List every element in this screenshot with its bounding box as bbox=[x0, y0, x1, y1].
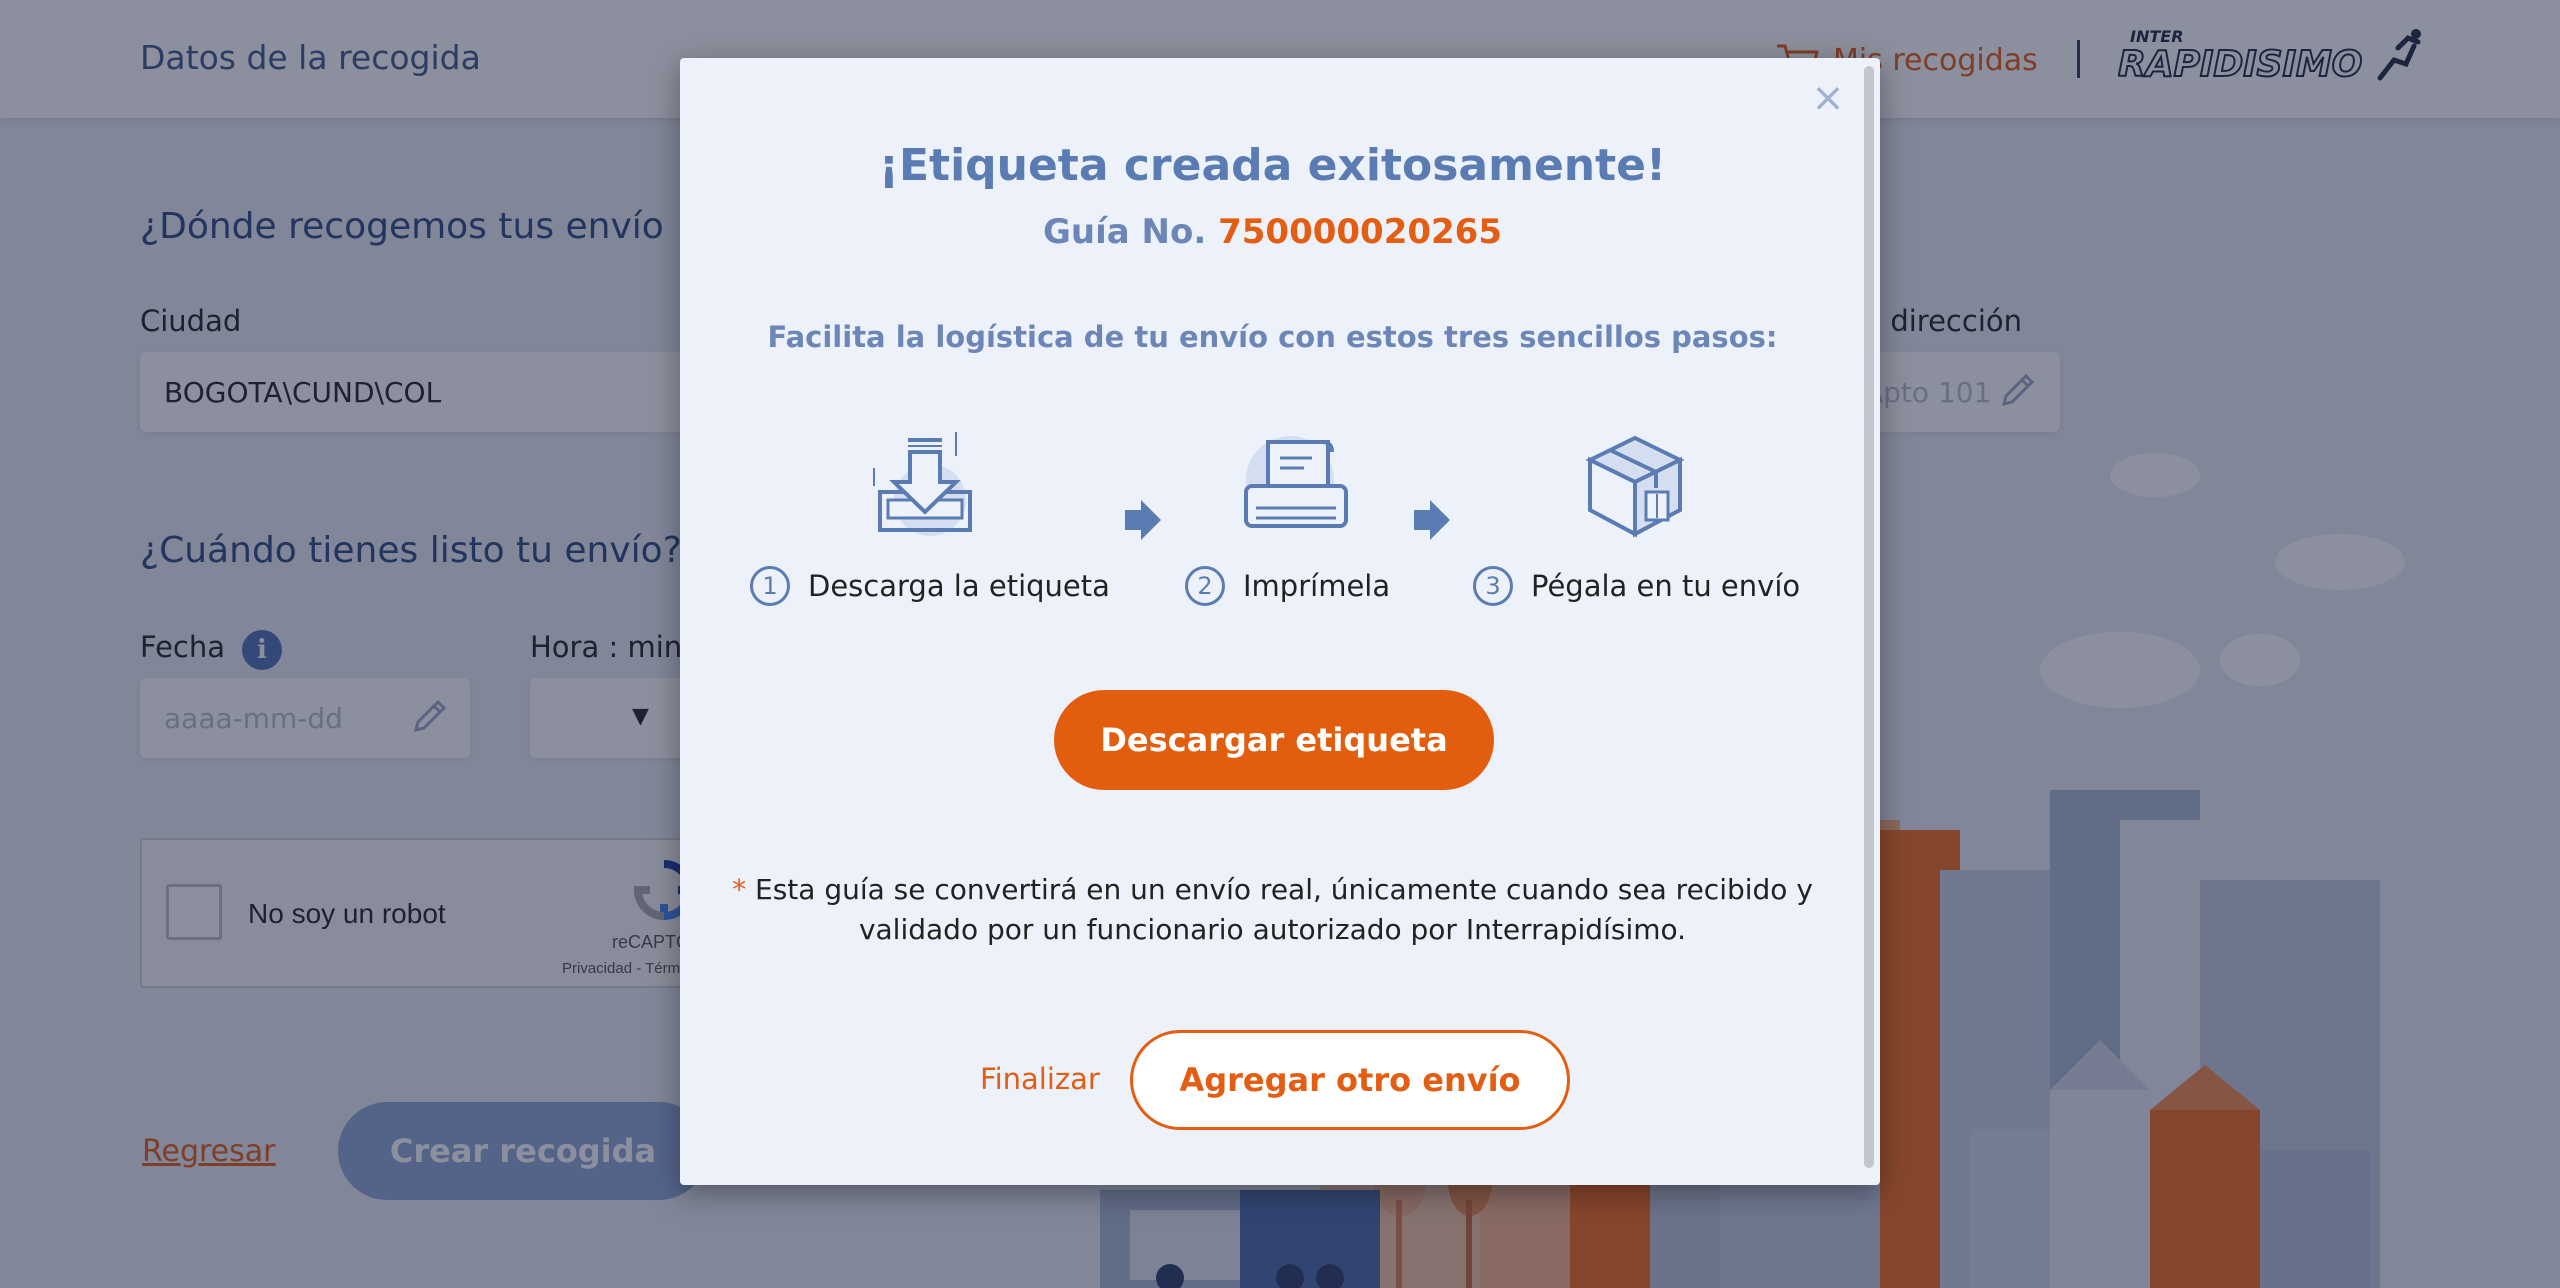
step-label: Pégala en tu envío bbox=[1531, 569, 1801, 603]
step-number: 2 bbox=[1185, 566, 1225, 606]
step-number: 1 bbox=[750, 566, 790, 606]
modal-title: ¡Etiqueta creada exitosamente! bbox=[878, 140, 1667, 191]
step-2: 2 Imprímela bbox=[1185, 566, 1390, 606]
guide-prefix: Guía No. bbox=[1042, 212, 1207, 252]
add-another-shipment-button[interactable]: Agregar otro envío bbox=[1130, 1030, 1570, 1130]
modal-subtitle: Facilita la logística de tu envío con es… bbox=[767, 320, 1778, 354]
finish-link[interactable]: Finalizar bbox=[980, 1062, 1100, 1096]
close-icon[interactable]: × bbox=[1808, 78, 1848, 118]
arrow-right-icon bbox=[1414, 500, 1450, 540]
step-1: 1 Descarga la etiqueta bbox=[750, 566, 1110, 606]
step-label: Imprímela bbox=[1243, 569, 1391, 603]
step-label: Descarga la etiqueta bbox=[808, 569, 1110, 603]
download-label-icon bbox=[873, 432, 972, 536]
printer-icon bbox=[1244, 436, 1348, 528]
guide-number: 750000020265 bbox=[1218, 212, 1502, 252]
guide-number-line: Guía No. 750000020265 bbox=[680, 212, 1865, 252]
required-asterisk: * bbox=[732, 873, 747, 906]
download-label-button[interactable]: Descargar etiqueta bbox=[1054, 690, 1494, 790]
success-modal: × ¡Etiqueta creada exitosamente! Guía No… bbox=[680, 58, 1880, 1185]
step-number: 3 bbox=[1473, 566, 1513, 606]
disclaimer-note: * Esta guía se convertirá en un envío re… bbox=[720, 870, 1825, 950]
step-3: 3 Pégala en tu envío bbox=[1473, 566, 1800, 606]
modal-scrollbar[interactable] bbox=[1864, 66, 1874, 1168]
box-icon bbox=[1585, 435, 1685, 538]
disclaimer-text: Esta guía se convertirá en un envío real… bbox=[755, 873, 1813, 946]
arrow-right-icon bbox=[1125, 500, 1161, 540]
